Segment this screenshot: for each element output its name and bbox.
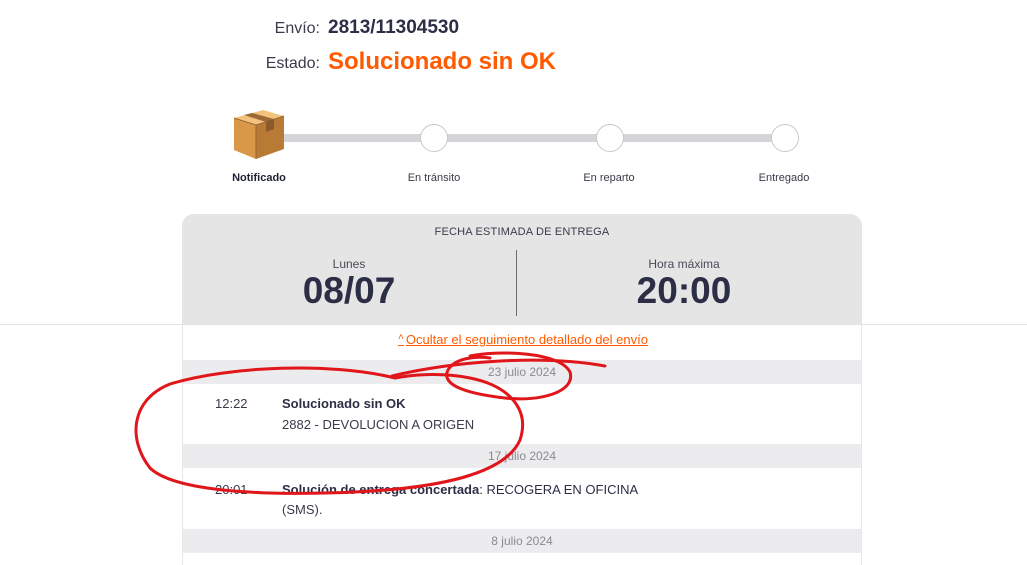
hide-detail-label: Ocultar el seguimiento detallado del env… xyxy=(405,332,648,347)
step-dot-en-reparto xyxy=(596,124,624,152)
event-time: 12:22 xyxy=(215,396,248,411)
shipment-number: 2813/11304530 xyxy=(328,17,460,38)
estimated-delivery-title: FECHA ESTIMADA DE ENTREGA xyxy=(434,226,610,238)
step-label-en-reparto: En reparto xyxy=(583,172,635,184)
progress-track-line xyxy=(258,134,785,142)
date-header: 17 julio 2024 xyxy=(183,444,861,468)
step-dot-en-transito xyxy=(420,124,448,152)
estimated-time-block: Hora máxima 20:00 xyxy=(517,257,851,311)
event-title: Solucionado sin OK xyxy=(282,396,406,411)
package-box-icon xyxy=(233,110,285,159)
step-label-entregado: Entregado xyxy=(758,172,810,184)
chevron-up-icon: ˄ xyxy=(398,332,404,343)
estimated-date: 08/07 xyxy=(302,270,396,311)
shipment-label: Envío: xyxy=(274,20,320,37)
date-header: 23 julio 2024 xyxy=(183,360,861,384)
max-time: 20:00 xyxy=(636,270,732,311)
shipment-status-row: Estado: Solucionado sin OK xyxy=(0,48,1027,80)
event-description: (SMS). xyxy=(282,502,323,517)
tracking-detail: ˄ Ocultar el seguimiento detallado del en… xyxy=(182,325,862,565)
status-value: Solucionado sin OK xyxy=(328,48,557,75)
event-time: 20:01 xyxy=(215,482,248,497)
estimated-delivery-panel: FECHA ESTIMADA DE ENTREGA Lunes 08/07 Ho… xyxy=(182,214,862,324)
estimated-day-label: Lunes xyxy=(332,257,366,271)
step-dot-entregado xyxy=(771,124,799,152)
date-header: 8 julio 2024 xyxy=(183,529,861,553)
event-title-strong: Solucionado sin OK xyxy=(282,396,406,411)
event-description: 2882 - DEVOLUCION A ORIGEN xyxy=(282,417,475,432)
step-label-notificado: Notificado xyxy=(232,172,286,184)
hide-detail-link[interactable]: ˄ Ocultar el seguimiento detallado del en… xyxy=(183,332,863,347)
step-label-en-transito: En tránsito xyxy=(407,172,461,184)
event-title: Solución de entrega concertada: RECOGERA… xyxy=(282,482,638,497)
estimated-date-block: Lunes 08/07 xyxy=(182,257,516,311)
max-time-label: Hora máxima xyxy=(648,257,720,271)
status-label: Estado: xyxy=(265,55,320,72)
event-title-suffix: : RECOGERA EN OFICINA xyxy=(479,482,639,497)
event-title-strong: Solución de entrega concertada xyxy=(282,482,480,497)
shipment-number-row: Envío: 2813/11304530 xyxy=(0,16,1027,42)
